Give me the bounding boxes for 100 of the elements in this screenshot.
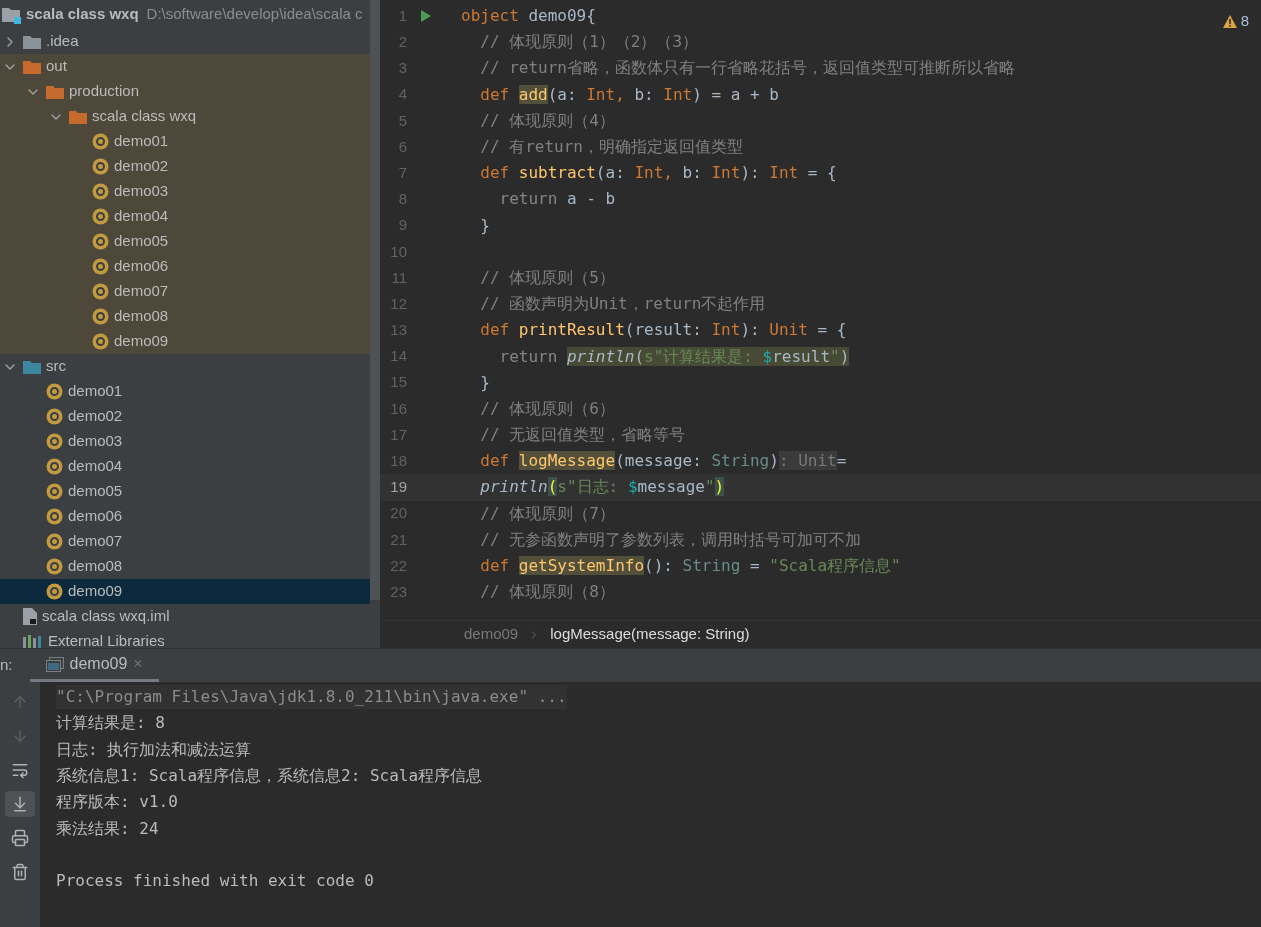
tree-item-label: demo06 xyxy=(114,256,169,277)
code-line: def logMessage(message: String): Unit= xyxy=(479,450,847,473)
tree-item[interactable]: production xyxy=(0,79,370,104)
tree-item[interactable]: demo04 xyxy=(0,204,370,229)
tree-item-label: demo07 xyxy=(68,531,123,552)
file-icon xyxy=(23,608,37,625)
tree-item-label: .idea xyxy=(46,31,79,52)
code-line: object demo09{ xyxy=(461,5,596,28)
code-line: } xyxy=(479,371,490,394)
tree-item[interactable]: scala class wxq xyxy=(0,104,370,129)
tree-item-label: demo04 xyxy=(68,456,123,477)
code-line: def add(a: Int, b: Int) = a + b xyxy=(479,83,779,106)
console-line: Process finished with exit code 0 xyxy=(56,870,374,893)
line-number: 17 xyxy=(389,424,407,445)
tree-item[interactable]: src xyxy=(0,354,370,379)
code-line: println(s"日志: $message") xyxy=(479,476,725,499)
tree-item[interactable]: demo05 xyxy=(0,479,370,504)
tree-item-label: demo05 xyxy=(114,231,169,252)
line-number: 9 xyxy=(397,215,407,236)
breadcrumb-item[interactable]: demo09 xyxy=(464,623,519,646)
code-line: // 体现原则（4） xyxy=(479,109,615,132)
tree-item-label: production xyxy=(69,81,140,102)
line-number: 13 xyxy=(389,320,407,341)
line-number: 16 xyxy=(389,398,407,419)
tree-item[interactable]: demo06 xyxy=(0,504,370,529)
line-number: 6 xyxy=(397,136,407,157)
console-line: 乘法结果: 24 xyxy=(56,817,159,840)
tree-item[interactable]: demo03 xyxy=(0,429,370,454)
project-folder-icon xyxy=(2,5,22,24)
print-icon xyxy=(11,829,29,847)
object-icon xyxy=(46,383,63,400)
project-name: scala class wxq xyxy=(26,4,139,25)
tree-item[interactable]: out xyxy=(0,54,370,79)
line-number: 10 xyxy=(389,241,407,262)
tree-item-label: demo07 xyxy=(114,281,169,302)
warning-icon[interactable] xyxy=(1222,14,1237,28)
object-icon xyxy=(46,508,63,525)
line-number: 15 xyxy=(389,372,407,393)
line-number: 3 xyxy=(397,58,407,79)
code-line: // 体现原则（7） xyxy=(479,502,615,525)
line-number: 7 xyxy=(397,162,407,183)
line-number: 5 xyxy=(397,110,407,131)
run-tab[interactable]: demo09 × xyxy=(29,649,159,682)
tree-item[interactable]: demo02 xyxy=(0,154,370,179)
object-icon xyxy=(92,308,109,325)
code-line: def getSystemInfo(): String = "Scala程序信息" xyxy=(479,555,901,578)
tree-item-label: scala class wxq.iml xyxy=(42,606,170,627)
tree-item[interactable]: demo01 xyxy=(0,379,370,404)
code-line: def printResult(result: Int): Unit = { xyxy=(479,319,847,342)
scroll-to-end-button[interactable] xyxy=(5,791,35,817)
code-line: // 体现原则（8） xyxy=(479,581,615,604)
tree-item-label: External Libraries xyxy=(48,631,165,648)
line-number: 14 xyxy=(389,346,407,367)
arrow-down-icon xyxy=(11,727,29,745)
tree-item[interactable]: demo07 xyxy=(0,279,370,304)
console-line: 计算结果是: 8 xyxy=(56,712,165,735)
line-number: 22 xyxy=(389,555,407,576)
code-line: def subtract(a: Int, b: Int): Int = { xyxy=(479,162,837,185)
breadcrumb-item[interactable]: logMessage(message: String) xyxy=(550,623,750,646)
tree-item[interactable]: demo04 xyxy=(0,454,370,479)
tree-item-label: demo01 xyxy=(68,381,123,402)
tree-item[interactable]: demo05 xyxy=(0,229,370,254)
project-path: D:\software\develop\idea\scala c xyxy=(146,4,363,25)
line-number: 18 xyxy=(389,451,407,472)
tree-item-label: scala class wxq xyxy=(92,106,197,127)
line-number: 21 xyxy=(389,529,407,550)
tree-item[interactable]: demo01 xyxy=(0,129,370,154)
tree-item[interactable]: demo03 xyxy=(0,179,370,204)
object-icon xyxy=(46,583,63,600)
object-icon xyxy=(92,233,109,250)
tree-item-label: demo02 xyxy=(68,406,123,427)
code-line: // 体现原则（1）（2）（3） xyxy=(479,31,699,54)
scroll-to-end-icon xyxy=(11,795,29,813)
run-icon[interactable] xyxy=(421,10,431,23)
tree-item[interactable]: demo09 xyxy=(0,329,370,354)
tree-item-label: demo06 xyxy=(68,506,123,527)
line-number: 11 xyxy=(390,267,407,288)
tree-item[interactable]: demo02 xyxy=(0,404,370,429)
tree-item[interactable]: .idea xyxy=(0,29,370,54)
line-number: 1 xyxy=(397,5,407,26)
object-icon xyxy=(92,333,109,350)
tree-item[interactable]: scala class wxq.iml xyxy=(0,604,370,629)
tree-item[interactable]: demo09 xyxy=(0,579,370,604)
tree-item[interactable]: demo08 xyxy=(0,554,370,579)
tree-item-label: out xyxy=(46,56,67,77)
tree-item-label: demo01 xyxy=(114,131,169,152)
tree-item[interactable]: External Libraries xyxy=(0,629,370,648)
console-line: 程序版本: v1.0 xyxy=(56,791,178,814)
tree-item-label: src xyxy=(46,356,66,377)
object-icon xyxy=(46,458,63,475)
tree-item[interactable]: demo08 xyxy=(0,304,370,329)
tree-item[interactable]: demo07 xyxy=(0,529,370,554)
tree-item-label: demo03 xyxy=(114,181,169,202)
trash-icon xyxy=(11,863,29,881)
object-icon xyxy=(92,158,109,175)
object-icon xyxy=(46,433,63,450)
warning-count: 8 xyxy=(1240,11,1249,31)
code-line: // 无参函数声明了参数列表，调用时括号可加可不加 xyxy=(479,528,862,551)
tree-item[interactable]: demo06 xyxy=(0,254,370,279)
object-icon xyxy=(46,408,63,425)
